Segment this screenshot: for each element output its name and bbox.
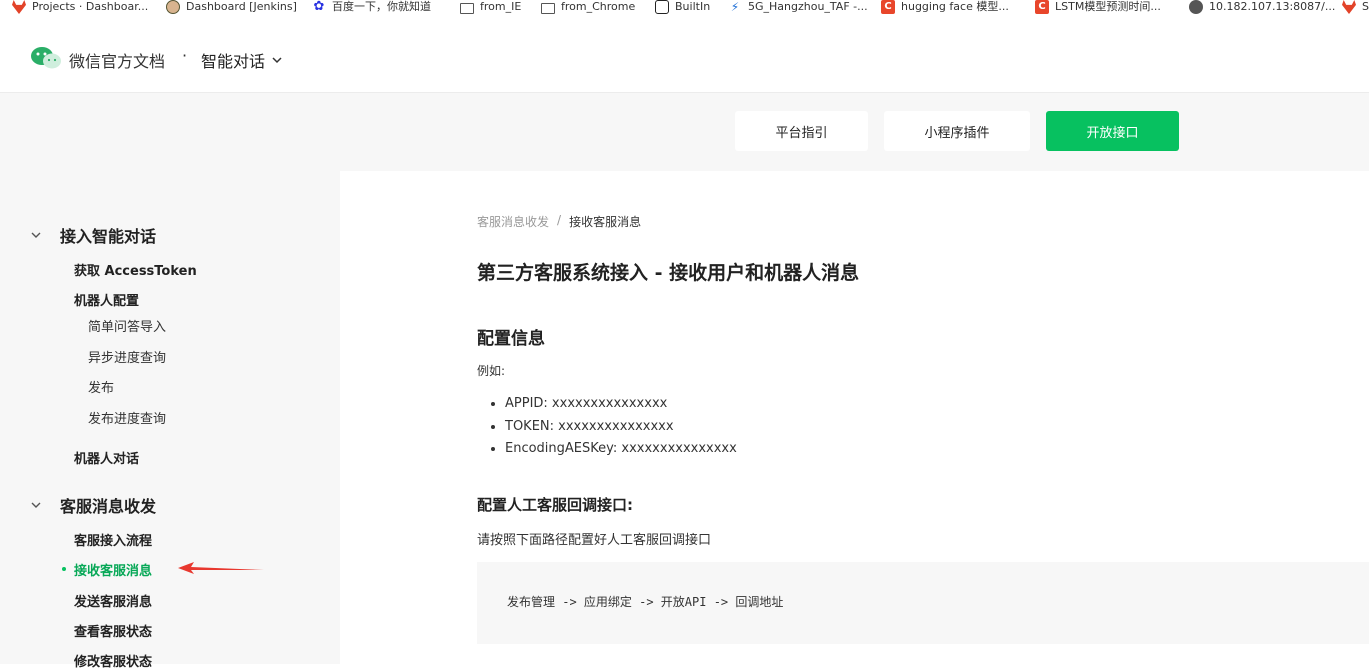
code-block: 发布管理 -> 应用绑定 -> 开放API -> 回调地址 [477, 562, 1369, 644]
folder-icon [460, 2, 474, 14]
page-title: 第三方客服系统接入 - 接收用户和机器人消息 [477, 262, 860, 284]
bookmark-s[interactable]: S [1342, 0, 1369, 14]
bookmark-from-chrome[interactable]: from_Chrome [541, 0, 635, 14]
example-label: 例如: [477, 364, 506, 378]
section-title: 客服消息收发 [60, 497, 157, 516]
sidebar-item-robot-config[interactable]: 机器人配置 [74, 290, 139, 309]
bookmark-label: 百度一下，你就知道 [332, 0, 431, 13]
bookmark-label: BuiltIn [675, 0, 711, 13]
sidebar-item-async-progress[interactable]: 异步进度查询 [88, 347, 166, 366]
sidebar-item-get-access-token[interactable]: 获取 AccessToken [74, 260, 197, 279]
bookmark-label: from_Chrome [561, 0, 636, 13]
bookmark-label: Projects · Dashboar... [32, 0, 149, 13]
bookmark-hugging-face[interactable]: Chugging face 模型... [881, 0, 1009, 14]
csdn-icon: C [881, 0, 895, 14]
bookmark-ip[interactable]: 10.182.107.13:8087/... [1189, 0, 1335, 14]
sidebar-item-send-message[interactable]: 发送客服消息 [74, 591, 152, 610]
annotation-arrow-icon [178, 562, 264, 574]
chevron-down-icon [272, 57, 282, 64]
product-name: 智能对话 [201, 52, 266, 71]
active-indicator-dot [62, 567, 66, 571]
platform-guide-button[interactable]: 平台指引 [735, 111, 868, 151]
config-list: APPID: xxxxxxxxxxxxxxx TOKEN: xxxxxxxxxx… [487, 393, 737, 461]
bookmarks-bar: Projects · Dashboar... Dashboard [Jenkin… [0, 0, 1369, 15]
sidebar-nav: 接入智能对话 获取 AccessToken 机器人配置 简单问答导入 异步进度查… [0, 171, 340, 670]
breadcrumb-parent[interactable]: 客服消息收发 [477, 213, 549, 230]
bookmark-from-ie[interactable]: from_IE [460, 0, 521, 14]
config-item-token: TOKEN: xxxxxxxxxxxxxxx [505, 416, 737, 439]
bookmark-lstm[interactable]: C LSTM模型预测时间... [1035, 0, 1161, 14]
gitlab-icon [1342, 0, 1356, 14]
breadcrumb: 客服消息收发 / 接收客服消息 [477, 213, 641, 230]
bookmark-baidu[interactable]: ✿ 百度一下，你就知道 [312, 0, 431, 14]
bookmark-builtin[interactable]: BuiltIn [655, 0, 710, 14]
sidebar-item-publish-progress[interactable]: 发布进度查询 [88, 408, 166, 427]
bookmark-jenkins[interactable]: Dashboard [Jenkins] [166, 0, 297, 14]
builtin-icon [655, 0, 669, 14]
sidebar-item-check-status[interactable]: 查看客服状态 [74, 621, 152, 640]
5g-icon: ⚡ [730, 0, 740, 14]
config-item-aeskey: EncodingAESKey: xxxxxxxxxxxxxxx [505, 438, 737, 461]
config-heading: 配置信息 [477, 329, 545, 349]
sidebar-item-qa-import[interactable]: 简单问答导入 [88, 316, 166, 335]
bookmark-label: LSTM模型预测时间... [1055, 0, 1161, 13]
globe-icon [1189, 0, 1203, 14]
breadcrumb-separator: / [557, 213, 562, 227]
baidu-icon: ✿ [313, 0, 325, 14]
callback-heading: 配置人工客服回调接口: [477, 496, 633, 514]
action-bar: 平台指引 小程序插件 开放接口 [0, 93, 1369, 171]
folder-icon [541, 2, 555, 14]
bookmark-label: Dashboard [Jenkins] [186, 0, 297, 13]
sidebar-item-receive-message[interactable]: 接收客服消息 [74, 560, 152, 579]
sidebar-item-robot-chat[interactable]: 机器人对话 [74, 448, 139, 467]
chevron-down-icon [31, 502, 41, 508]
sidebar-item-access-flow[interactable]: 客服接入流程 [74, 530, 152, 549]
miniprogram-plugin-button[interactable]: 小程序插件 [884, 111, 1030, 151]
bookmark-label: S [1362, 0, 1369, 13]
breadcrumb-current: 接收客服消息 [569, 215, 642, 229]
bookmark-label: 5G_Hangzhou_TAF -... [748, 0, 868, 13]
product-switcher[interactable]: 智能对话 [201, 48, 283, 72]
bookmark-label: hugging face 模型... [901, 0, 1009, 13]
main-content: 客服消息收发 / 接收客服消息 第三方客服系统接入 - 接收用户和机器人消息 配… [340, 171, 1369, 664]
bookmark-5g-hangzhou[interactable]: ⚡ 5G_Hangzhou_TAF -... [728, 0, 868, 14]
sidebar-section-smart-dialog[interactable]: 接入智能对话 [30, 223, 156, 247]
title-separator: · [182, 46, 188, 65]
callback-description: 请按照下面路径配置好人工客服回调接口 [477, 533, 712, 548]
callback-path-code: 发布管理 -> 应用绑定 -> 开放API -> 回调地址 [507, 595, 784, 609]
sidebar-section-customer-service[interactable]: 客服消息收发 [30, 493, 156, 517]
open-api-button[interactable]: 开放接口 [1046, 111, 1179, 151]
sidebar-item-modify-status[interactable]: 修改客服状态 [74, 651, 152, 670]
jenkins-icon [166, 0, 180, 14]
bookmark-label: 10.182.107.13:8087/... [1209, 0, 1336, 13]
section-title: 接入智能对话 [60, 227, 157, 246]
csdn-icon: C [1035, 0, 1049, 14]
bookmark-label: from_IE [480, 0, 522, 13]
site-header: 微信官方文档 · 智能对话 [0, 26, 1369, 93]
wechat-logo-icon[interactable] [30, 46, 62, 70]
gitlab-icon [12, 0, 26, 14]
config-item-appid: APPID: xxxxxxxxxxxxxxx [505, 393, 737, 416]
sidebar-item-publish[interactable]: 发布 [88, 377, 114, 396]
site-title[interactable]: 微信官方文档 [69, 48, 165, 72]
chevron-down-icon [31, 232, 41, 238]
bookmark-projects-dashboard[interactable]: Projects · Dashboar... [12, 0, 148, 14]
